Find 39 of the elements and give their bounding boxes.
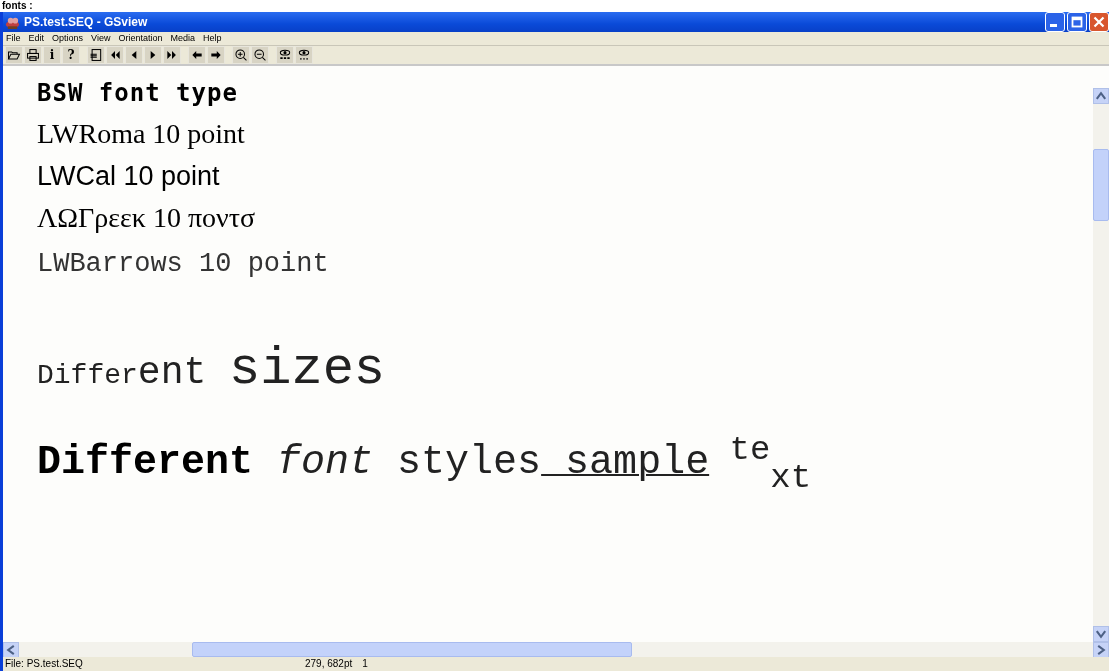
status-position: 279, 682pt: [305, 657, 353, 671]
menu-item[interactable]: View: [91, 32, 111, 45]
scroll-down-button[interactable]: [1093, 626, 1109, 642]
menu-item[interactable]: Orientation: [118, 32, 163, 45]
menu-item[interactable]: File: [6, 32, 21, 45]
menu-item[interactable]: Help: [202, 32, 222, 45]
minimize-icon: [1050, 24, 1057, 27]
close-button[interactable]: [1089, 12, 1109, 32]
caption-text: fonts :: [1, 0, 34, 12]
minimize-button[interactable]: [1045, 12, 1065, 32]
menu-item[interactable]: Media: [170, 32, 195, 45]
menu-item[interactable]: Edit: [28, 32, 45, 45]
toolbar-button[interactable]: ?: [62, 46, 80, 64]
scroll-thumb[interactable]: [192, 642, 632, 657]
eye-icon[interactable]: [295, 46, 313, 64]
scroll-up-button[interactable]: [1093, 88, 1109, 104]
scroll-thumb[interactable]: [1093, 149, 1109, 221]
printer-icon[interactable]: [24, 46, 42, 64]
eye-icon[interactable]: [276, 46, 294, 64]
menu-item[interactable]: Options: [52, 32, 84, 45]
status-page: 1: [362, 657, 368, 671]
maximize-button[interactable]: [1067, 12, 1087, 32]
zoom-in-icon[interactable]: [232, 46, 250, 64]
scroll-left-button[interactable]: [3, 642, 19, 658]
document-text: BSW font type: [37, 78, 238, 108]
scroll-right-button[interactable]: [1093, 642, 1109, 658]
document-text: Different sizes: [37, 340, 386, 401]
window-title: PS.test.SEQ - GSview: [24, 15, 148, 29]
horizontal-scrollbar[interactable]: [3, 642, 1109, 657]
zoom-out-icon[interactable]: [251, 46, 269, 64]
open-folder-icon[interactable]: [5, 46, 23, 64]
document-text: LWRoma 10 point: [37, 118, 245, 150]
vertical-scrollbar[interactable]: [1093, 88, 1109, 642]
document-text: LWCal 10 point: [37, 160, 220, 192]
status-file: File: PS.test.SEQ: [5, 657, 84, 671]
toolbar-button[interactable]: i: [43, 46, 61, 64]
document-text: ΛΩΓρεεκ 10 ποντσ: [37, 202, 256, 234]
document-text: LWBarrows 10 point: [37, 248, 329, 280]
hand-page-icon[interactable]: [87, 46, 105, 64]
